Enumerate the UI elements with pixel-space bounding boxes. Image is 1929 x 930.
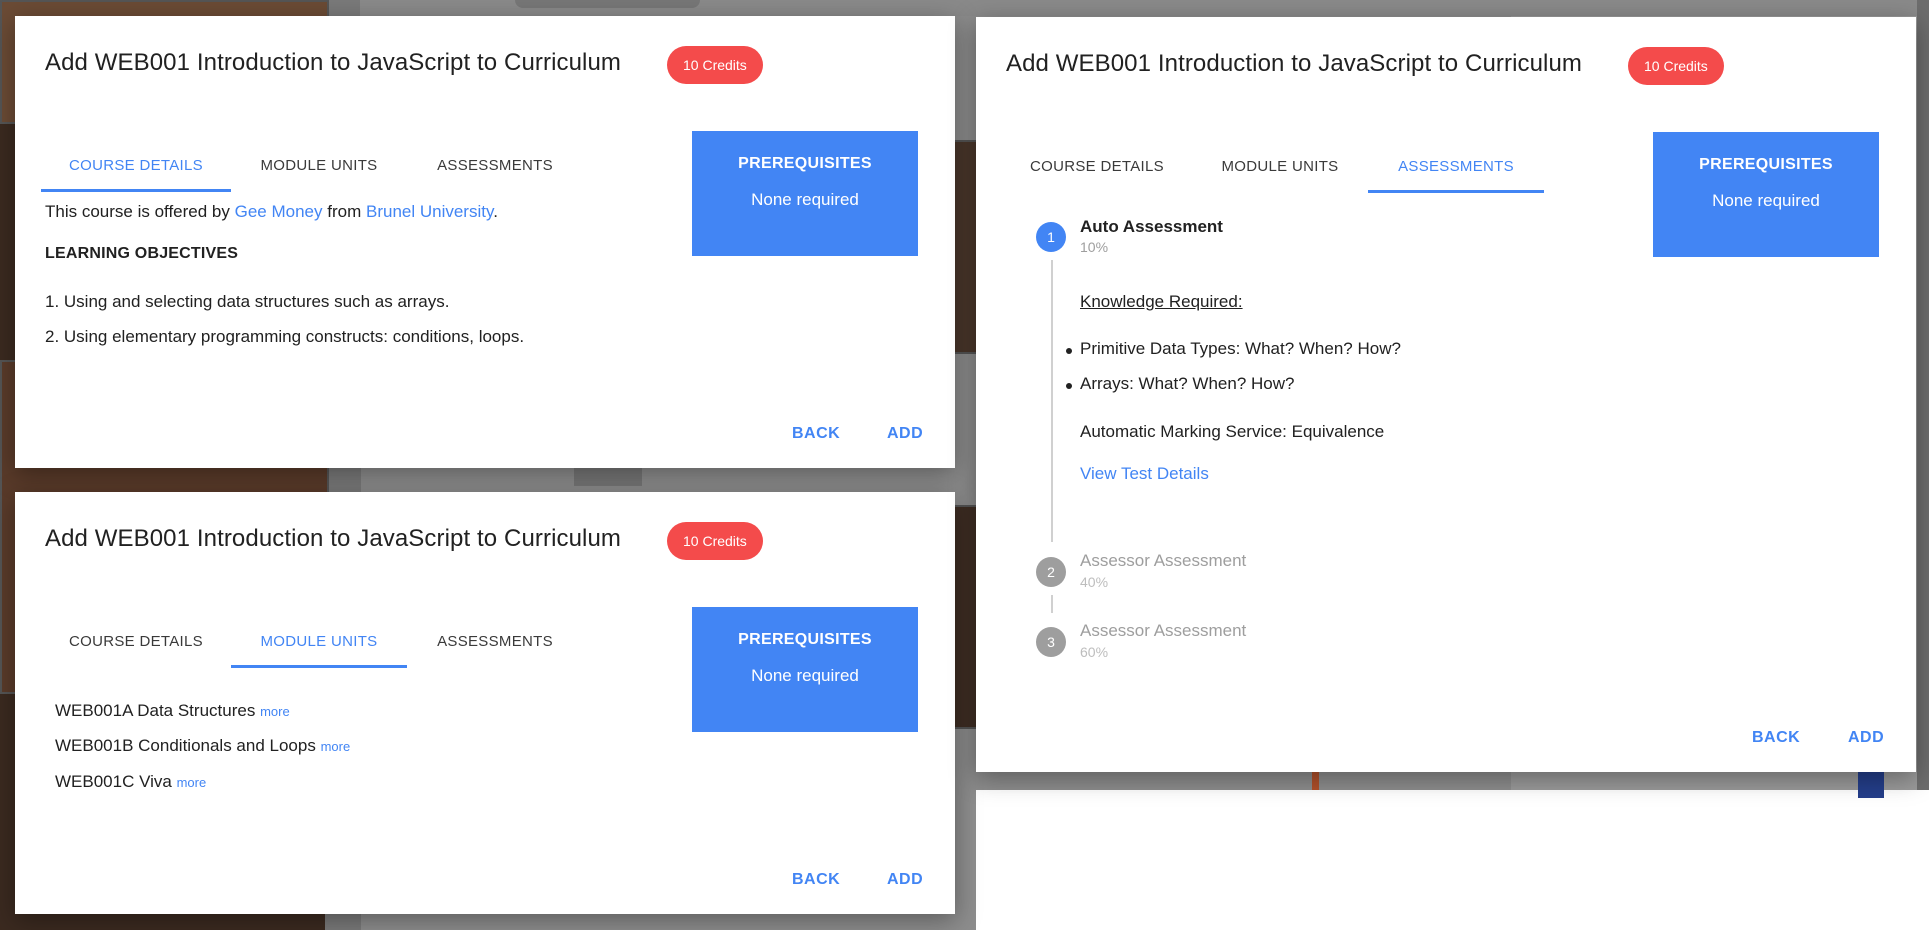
more-link[interactable]: more: [177, 775, 207, 790]
prerequisites-value: None required: [751, 190, 859, 209]
step-number-badge[interactable]: 3: [1036, 627, 1066, 657]
module-unit-name: WEB001C Viva: [55, 772, 172, 791]
dialog-title: Add WEB001 Introduction to JavaScript to…: [45, 525, 622, 552]
tab-course-details[interactable]: COURSE DETAILS: [41, 618, 231, 666]
tab-assessments[interactable]: ASSESSMENTS: [1368, 143, 1544, 193]
module-unit-name: WEB001B Conditionals and Loops: [55, 736, 316, 755]
prerequisites-panel: PREREQUISITES None required: [692, 607, 918, 732]
add-button[interactable]: ADD: [1848, 729, 1884, 747]
dialog-module-units: Add WEB001 Introduction to JavaScript to…: [15, 492, 955, 914]
step-title[interactable]: Assessor Assessment: [1080, 551, 1246, 571]
tab-assessments[interactable]: ASSESSMENTS: [407, 618, 583, 666]
tab-module-units[interactable]: MODULE UNITS: [231, 618, 407, 668]
screenshot-stage: Add WEB001 Introduction to JavaScript to…: [0, 0, 1929, 930]
bullet-dot: [1066, 383, 1072, 389]
add-button[interactable]: ADD: [887, 871, 923, 889]
more-link[interactable]: more: [321, 739, 351, 754]
module-unit-item: WEB001A Data Structures more: [55, 701, 290, 721]
dialog-title: Add WEB001 Introduction to JavaScript to…: [45, 49, 622, 76]
offered-by-text: This course is offered by Gee Money from…: [45, 202, 498, 222]
tab-module-units[interactable]: MODULE UNITS: [1192, 143, 1368, 191]
period: .: [493, 202, 498, 221]
objective-item: 2. Using elementary programming construc…: [45, 327, 525, 346]
module-unit-item: WEB001C Viva more: [55, 772, 206, 792]
bullet-dot: [1066, 348, 1072, 354]
knowledge-item: Primitive Data Types: What? When? How?: [1080, 339, 1401, 358]
module-unit-item: WEB001B Conditionals and Loops more: [55, 736, 350, 756]
background-white-panel: [976, 790, 1929, 930]
credits-badge: 10 Credits: [667, 46, 763, 84]
back-button[interactable]: BACK: [1752, 729, 1800, 747]
author-link[interactable]: Gee Money: [235, 202, 323, 221]
prerequisites-value: None required: [1712, 191, 1820, 210]
prerequisites-title: PREREQUISITES: [1699, 156, 1833, 173]
objective-item: 1. Using and selecting data structures s…: [45, 292, 450, 311]
module-unit-name: WEB001A Data Structures: [55, 701, 256, 720]
knowledge-required-heading: Knowledge Required:: [1080, 292, 1243, 311]
knowledge-item: Arrays: What? When? How?: [1080, 374, 1295, 393]
step-number-badge[interactable]: 1: [1036, 222, 1066, 252]
tab-course-details[interactable]: COURSE DETAILS: [41, 142, 231, 192]
background-checkbox: [1858, 772, 1884, 798]
tab-module-units[interactable]: MODULE UNITS: [231, 142, 407, 190]
prerequisites-panel: PREREQUISITES None required: [692, 131, 918, 256]
marking-service-text: Automatic Marking Service: Equivalence: [1080, 422, 1385, 441]
step-title[interactable]: Assessor Assessment: [1080, 621, 1246, 641]
from-word: from: [327, 202, 362, 221]
offered-prefix: This course is offered by: [45, 202, 230, 221]
dialog-course-details: Add WEB001 Introduction to JavaScript to…: [15, 16, 955, 468]
add-button[interactable]: ADD: [887, 425, 923, 443]
prerequisites-value: None required: [751, 666, 859, 685]
back-button[interactable]: BACK: [792, 871, 840, 889]
more-link[interactable]: more: [260, 704, 290, 719]
credits-badge: 10 Credits: [1628, 47, 1724, 85]
tab-course-details[interactable]: COURSE DETAILS: [1002, 143, 1192, 191]
prerequisites-title: PREREQUISITES: [738, 155, 872, 172]
step-weight: 10%: [1080, 239, 1109, 255]
step-title[interactable]: Auto Assessment: [1080, 217, 1223, 237]
learning-objectives-heading: LEARNING OBJECTIVES: [45, 245, 239, 262]
institution-link[interactable]: Brunel University: [366, 202, 493, 221]
view-test-details-link[interactable]: View Test Details: [1080, 464, 1209, 484]
tab-assessments[interactable]: ASSESSMENTS: [407, 142, 583, 190]
step-weight: 60%: [1080, 644, 1109, 660]
background-pill: [515, 0, 700, 8]
step-connector: [1051, 260, 1053, 542]
dialog-assessments: Add WEB001 Introduction to JavaScript to…: [976, 17, 1916, 772]
dialog-title: Add WEB001 Introduction to JavaScript to…: [1006, 50, 1583, 77]
step-number-badge[interactable]: 2: [1036, 557, 1066, 587]
prerequisites-panel: PREREQUISITES None required: [1653, 132, 1879, 257]
prerequisites-title: PREREQUISITES: [738, 631, 872, 648]
step-weight: 40%: [1080, 574, 1109, 590]
back-button[interactable]: BACK: [792, 425, 840, 443]
background-block: [574, 468, 642, 486]
step-connector: [1051, 595, 1053, 613]
credits-badge: 10 Credits: [667, 522, 763, 560]
